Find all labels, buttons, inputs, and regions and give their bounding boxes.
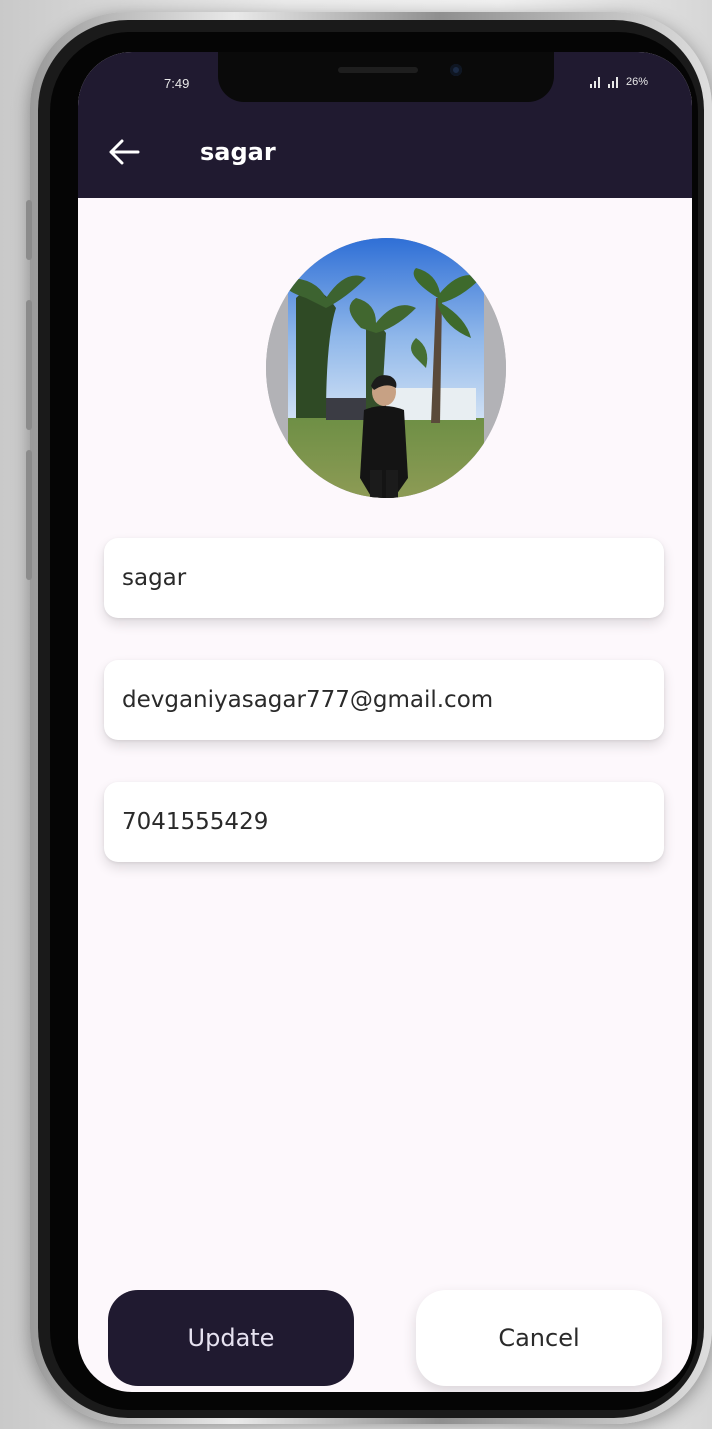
speaker-grille: [338, 67, 418, 73]
app-screen: 7:49 26% sagar sagar devganiyasagar777@g…: [78, 52, 692, 1392]
status-indicators: 26%: [589, 76, 648, 88]
status-time: 7:49: [164, 76, 190, 91]
signal-icon: [589, 76, 604, 88]
update-button[interactable]: Update: [108, 1290, 354, 1386]
app-bar: 7:49 26% sagar: [78, 52, 692, 198]
phone-volume-button: [26, 300, 32, 430]
signal-icon: [607, 76, 622, 88]
name-field[interactable]: [104, 538, 664, 618]
phone-input[interactable]: [120, 808, 648, 836]
arrow-left-icon[interactable]: [108, 138, 140, 166]
front-camera: [450, 64, 462, 76]
profile-photo: [266, 238, 506, 498]
name-input[interactable]: [120, 564, 648, 592]
page-title: sagar: [200, 138, 276, 166]
cancel-button[interactable]: Cancel: [416, 1290, 662, 1386]
phone-side-button: [26, 200, 32, 260]
avatar[interactable]: [266, 238, 506, 498]
email-input[interactable]: [120, 686, 648, 714]
email-field[interactable]: [104, 660, 664, 740]
device-mockup-background: 7:49 26% sagar sagar devganiyasagar777@g…: [0, 0, 712, 1429]
phone-volume-button: [26, 450, 32, 580]
phone-field[interactable]: [104, 782, 664, 862]
battery-level: 26%: [625, 76, 648, 88]
camera-notch: [218, 52, 554, 102]
